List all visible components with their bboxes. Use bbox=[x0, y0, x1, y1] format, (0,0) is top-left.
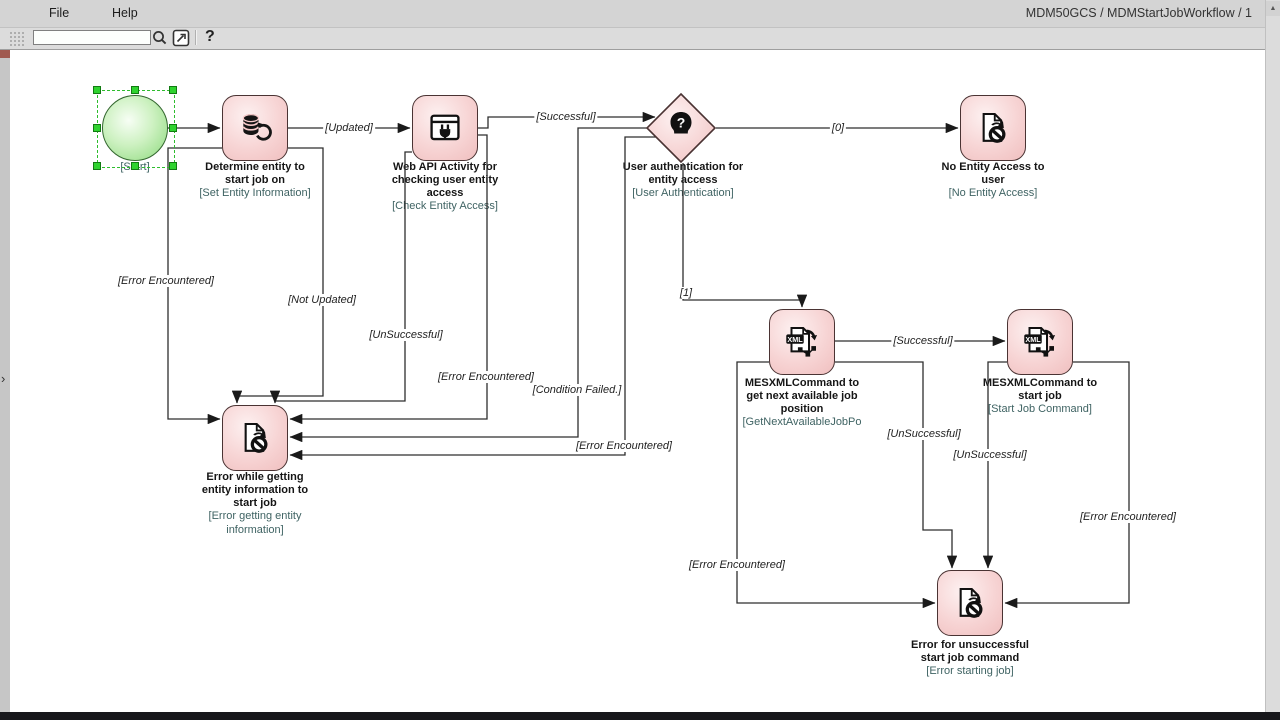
svg-text:?: ? bbox=[677, 115, 686, 131]
node-webapi-activity[interactable] bbox=[412, 95, 478, 161]
search-icon[interactable] bbox=[151, 29, 169, 47]
selection-handle[interactable] bbox=[131, 86, 139, 94]
toolbar-separator bbox=[195, 30, 197, 45]
navigate-box-icon[interactable] bbox=[172, 29, 190, 47]
selection-handle[interactable] bbox=[93, 124, 101, 132]
edge-label[interactable]: [Error Encountered] bbox=[687, 559, 787, 571]
document-blocked-icon bbox=[949, 582, 991, 624]
edge-label[interactable]: [Successful] bbox=[534, 111, 597, 123]
xml-command-icon: XML bbox=[781, 321, 823, 363]
edge-label[interactable]: [Successful] bbox=[891, 335, 954, 347]
edge-label[interactable]: [Error Encountered] bbox=[116, 275, 216, 287]
edge-mes-next-unsuccessful[interactable] bbox=[835, 362, 952, 568]
edge-label[interactable]: [Error Encountered] bbox=[436, 371, 536, 383]
edge-label[interactable]: [UnSuccessful] bbox=[951, 449, 1028, 461]
connector-layer bbox=[0, 0, 1280, 720]
node-error-entity[interactable] bbox=[222, 405, 288, 471]
node-determine-entity[interactable] bbox=[222, 95, 288, 161]
edge-determine-not-updated[interactable] bbox=[237, 148, 323, 403]
edge-mes-start-unsuccessful[interactable] bbox=[988, 362, 1007, 568]
vertical-scrollbar[interactable]: ▲ bbox=[1265, 0, 1280, 712]
expand-chevron-icon: › bbox=[1, 371, 5, 386]
breadcrumb: MDM50GCS / MDMStartJobWorkflow / 1 bbox=[1026, 6, 1252, 20]
menu-bar: File Help MDM50GCS / MDMStartJobWorkflow… bbox=[0, 0, 1266, 28]
document-blocked-icon bbox=[234, 417, 276, 459]
selection-outline bbox=[97, 90, 175, 168]
menu-help[interactable]: Help bbox=[112, 6, 138, 20]
node-mes-start-job[interactable]: XML bbox=[1007, 309, 1073, 375]
edge-label[interactable]: [1] bbox=[678, 287, 694, 299]
edge-label[interactable]: [Updated] bbox=[323, 122, 375, 134]
search-input[interactable] bbox=[33, 30, 151, 45]
node-user-authentication[interactable]: ? bbox=[644, 91, 718, 165]
bottom-window-edge bbox=[0, 712, 1280, 720]
menu-file[interactable]: File bbox=[49, 6, 69, 20]
help-icon[interactable]: ? bbox=[205, 28, 215, 46]
selection-handle[interactable] bbox=[169, 86, 177, 94]
auth-question-head-icon: ? bbox=[671, 112, 692, 134]
drag-grip-icon[interactable] bbox=[8, 29, 26, 47]
selection-handle[interactable] bbox=[131, 162, 139, 170]
node-no-entity-access[interactable] bbox=[960, 95, 1026, 161]
selection-handle[interactable] bbox=[169, 124, 177, 132]
edge-webapi-unsuccessful[interactable] bbox=[275, 152, 412, 403]
edge-auth-to-mes-next[interactable] bbox=[683, 163, 802, 307]
toolbar: ? bbox=[0, 28, 1266, 50]
collapsed-left-panel[interactable]: › bbox=[0, 49, 10, 712]
database-sync-icon bbox=[234, 107, 276, 149]
edge-label[interactable]: [Not Updated] bbox=[286, 294, 358, 306]
scroll-up-button[interactable]: ▲ bbox=[1266, 1, 1280, 16]
edge-label[interactable]: [UnSuccessful] bbox=[885, 428, 962, 440]
web-api-icon bbox=[424, 107, 466, 149]
edge-label[interactable]: [Error Encountered] bbox=[1078, 511, 1178, 523]
selection-handle[interactable] bbox=[93, 86, 101, 94]
edge-mes-start-error[interactable] bbox=[1005, 362, 1129, 603]
scroll-up-icon: ▲ bbox=[1270, 5, 1277, 12]
svg-text:XML: XML bbox=[1025, 335, 1041, 344]
xml-command-icon: XML bbox=[1019, 321, 1061, 363]
edge-label[interactable]: [UnSuccessful] bbox=[367, 329, 444, 341]
edge-label[interactable]: [0] bbox=[830, 122, 846, 134]
node-error-start-job[interactable] bbox=[937, 570, 1003, 636]
node-mes-next-job[interactable]: XML bbox=[769, 309, 835, 375]
document-blocked-icon bbox=[972, 107, 1014, 149]
panel-top-cap bbox=[0, 49, 10, 58]
edge-label[interactable]: [Error Encountered] bbox=[574, 440, 674, 452]
selection-handle[interactable] bbox=[93, 162, 101, 170]
edge-label[interactable]: [Condition Failed.] bbox=[531, 384, 624, 396]
svg-text:XML: XML bbox=[787, 335, 803, 344]
selection-handle[interactable] bbox=[169, 162, 177, 170]
